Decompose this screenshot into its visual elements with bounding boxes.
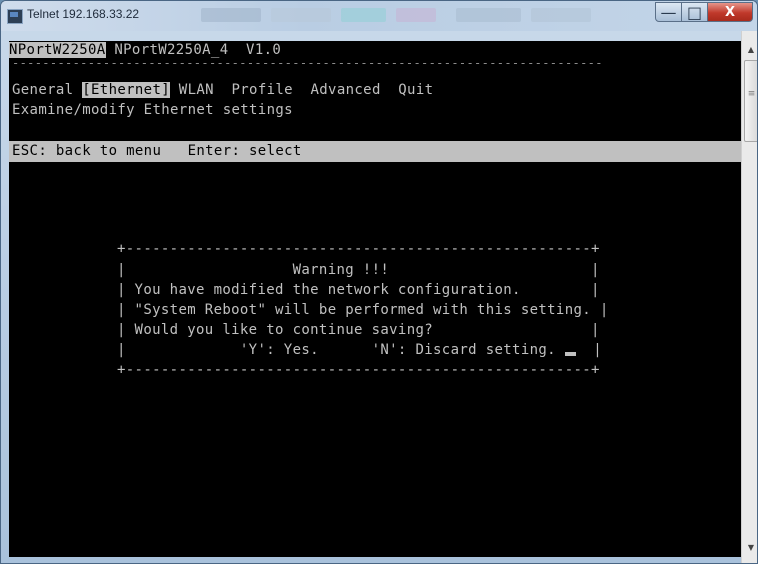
dialog-options[interactable]: | 'Y': Yes. 'N': Discard setting. | [117,341,602,359]
header-divider: ----------------------------------------… [12,56,603,70]
blurred-taskbar-item [271,8,331,22]
status-text: ESC: back to menu Enter: select [12,143,302,159]
vertical-scrollbar[interactable]: ▲ ▼ [741,31,757,563]
dialog-border-top: +---------------------------------------… [117,241,600,257]
dialog-message-modified: | You have modified the network configur… [117,282,600,298]
telnet-app-icon [7,9,23,24]
dialog-question: | Would you like to continue saving? | [117,322,600,338]
window-title: Telnet 192.168.33.22 [27,7,140,21]
telnet-window: Telnet 192.168.33.22 — □ X NPortW2250A N… [0,0,758,564]
blurred-taskbar-item [456,8,521,22]
text-cursor [564,352,576,356]
close-button[interactable]: X [707,2,753,22]
menu-ethernet-selected[interactable]: [Ethernet] [82,82,171,98]
menu-description: Examine/modify Ethernet settings [12,102,293,118]
main-menu: General [Ethernet] WLAN Profile Advanced… [12,81,433,99]
dialog-message-reboot: | "System Reboot" will be performed with… [117,302,609,318]
scrollbar-thumb[interactable] [744,60,757,142]
blurred-taskbar-item [531,8,591,22]
dialog-options-text[interactable]: | 'Y': Yes. 'N': Discard setting. [117,342,565,358]
dialog-options-border: | [575,342,603,358]
terminal-screen[interactable]: NPortW2250A NPortW2250A_4 V1.0 ---------… [9,41,741,557]
scroll-down-arrow-icon[interactable]: ▼ [742,539,757,556]
menu-remaining[interactable]: WLAN Profile Advanced Quit [170,82,433,98]
title-bar[interactable]: Telnet 192.168.33.22 — □ X [1,1,757,31]
dialog-border-bottom: +---------------------------------------… [117,362,600,378]
blurred-taskbar-item [201,8,261,22]
minimize-button[interactable]: — [655,2,682,22]
scroll-up-arrow-icon[interactable]: ▲ [742,41,757,58]
blurred-taskbar-item [341,8,386,22]
status-bar: ESC: back to menu Enter: select [9,141,741,162]
dialog-warning-title: | Warning !!! | [117,262,600,278]
maximize-button[interactable]: □ [681,2,708,22]
blurred-taskbar-item [396,8,436,22]
menu-general[interactable]: General [12,82,82,98]
